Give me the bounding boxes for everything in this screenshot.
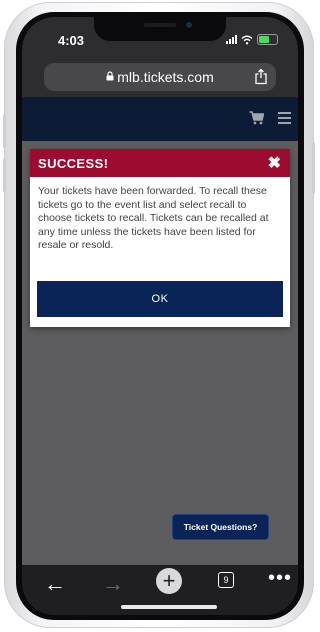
front-camera [186, 22, 192, 28]
share-icon[interactable] [254, 68, 268, 85]
close-icon[interactable]: ✖ [268, 153, 281, 173]
hamburger-menu-icon[interactable] [278, 112, 291, 127]
cellular-signal-icon [226, 35, 237, 44]
success-dialog: SUCCESS! ✖ Your tickets have been forwar… [30, 149, 290, 327]
web-page: SUCCESS! ✖ Your tickets have been forwar… [22, 97, 298, 565]
volume-down-button [3, 158, 6, 192]
status-icons [226, 34, 278, 45]
wifi-icon [241, 35, 253, 44]
new-tab-icon[interactable]: + [156, 568, 182, 594]
forward-icon[interactable]: → [102, 571, 124, 597]
battery-level [259, 36, 269, 43]
url-display[interactable]: mlb.tickets.com [44, 69, 276, 85]
ok-button[interactable]: OK [37, 281, 283, 317]
status-time: 4:03 [58, 33, 85, 48]
address-bar[interactable]: mlb.tickets.com [44, 63, 276, 91]
cart-icon[interactable] [249, 111, 264, 125]
dialog-title: SUCCESS! [38, 156, 109, 171]
dialog-header: SUCCESS! ✖ [30, 149, 290, 177]
power-button [312, 142, 315, 194]
ticket-questions-button[interactable]: Ticket Questions? [172, 514, 269, 540]
notch [94, 17, 226, 41]
volume-up-button [3, 114, 6, 148]
url-text: mlb.tickets.com [117, 69, 214, 85]
phone-screen: 4:03 mlb.tickets.com SUCCESS! ✖ Your tic… [22, 17, 298, 615]
battery-icon [257, 34, 278, 45]
back-icon[interactable]: ← [44, 571, 66, 597]
site-header [22, 97, 298, 141]
lock-icon [106, 71, 114, 81]
more-options-icon[interactable]: ••• [268, 567, 292, 590]
tab-count-icon[interactable]: 9 [218, 572, 234, 588]
home-indicator[interactable] [121, 605, 217, 609]
speaker-grille [144, 23, 176, 27]
dialog-message: Your tickets have been forwarded. To rec… [38, 185, 269, 251]
